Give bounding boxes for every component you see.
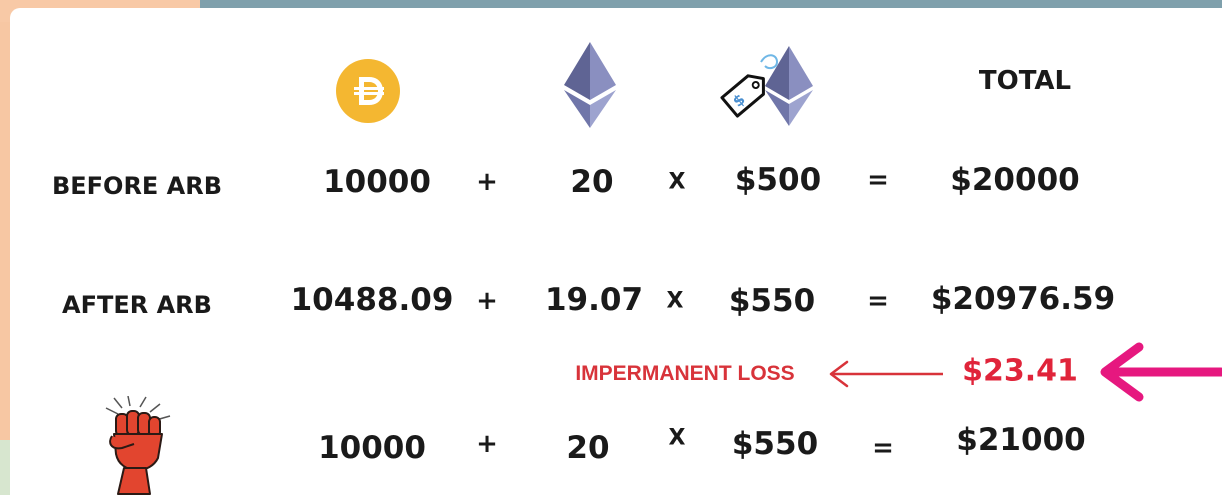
equals-sign: = xyxy=(867,165,889,195)
dai-amount: 10000 xyxy=(323,164,431,200)
left-arrow-icon xyxy=(829,360,943,388)
row-label-before-arb: BEFORE ARB xyxy=(51,172,223,200)
row-total: $21000 xyxy=(956,422,1086,458)
eth-price: $550 xyxy=(728,283,816,319)
equals-sign: = xyxy=(872,433,894,463)
equals-sign: = xyxy=(867,286,889,316)
diagram-frame: $ TOTAL BEFORE ARB 10000 + 20 X $500 = $… xyxy=(0,0,1222,495)
eth-amount: 20 xyxy=(570,164,614,200)
eth-amount: 19.07 xyxy=(544,282,644,318)
diagram-card: $ TOTAL BEFORE ARB 10000 + 20 X $500 = $… xyxy=(10,8,1222,495)
eth-price: $550 xyxy=(731,426,819,462)
eth-price: $500 xyxy=(734,162,822,198)
highlight-arrow-icon xyxy=(1100,342,1222,402)
raised-fist-icon xyxy=(105,396,171,495)
dai-amount: 10000 xyxy=(318,430,426,466)
ethereum-icon xyxy=(564,42,616,128)
dai-coin-icon xyxy=(336,59,400,123)
eth-price-tag-icon: $ xyxy=(720,46,813,126)
row-total: $20976.59 xyxy=(930,281,1116,317)
row-label-after-arb: AFTER ARB xyxy=(62,291,212,319)
times-sign: X xyxy=(666,288,684,314)
total-column-header: TOTAL xyxy=(978,66,1072,96)
times-sign: X xyxy=(668,169,686,195)
impermanent-loss-value: $23.41 xyxy=(962,353,1078,389)
impermanent-loss-label: IMPERMANENT LOSS xyxy=(575,362,795,385)
eth-amount: 20 xyxy=(566,430,610,466)
dai-amount: 10488.09 xyxy=(290,282,454,318)
plus-sign: + xyxy=(476,167,498,197)
times-sign: X xyxy=(668,425,686,451)
plus-sign: + xyxy=(476,429,498,459)
plus-sign: + xyxy=(476,286,498,316)
row-total: $20000 xyxy=(950,162,1080,198)
